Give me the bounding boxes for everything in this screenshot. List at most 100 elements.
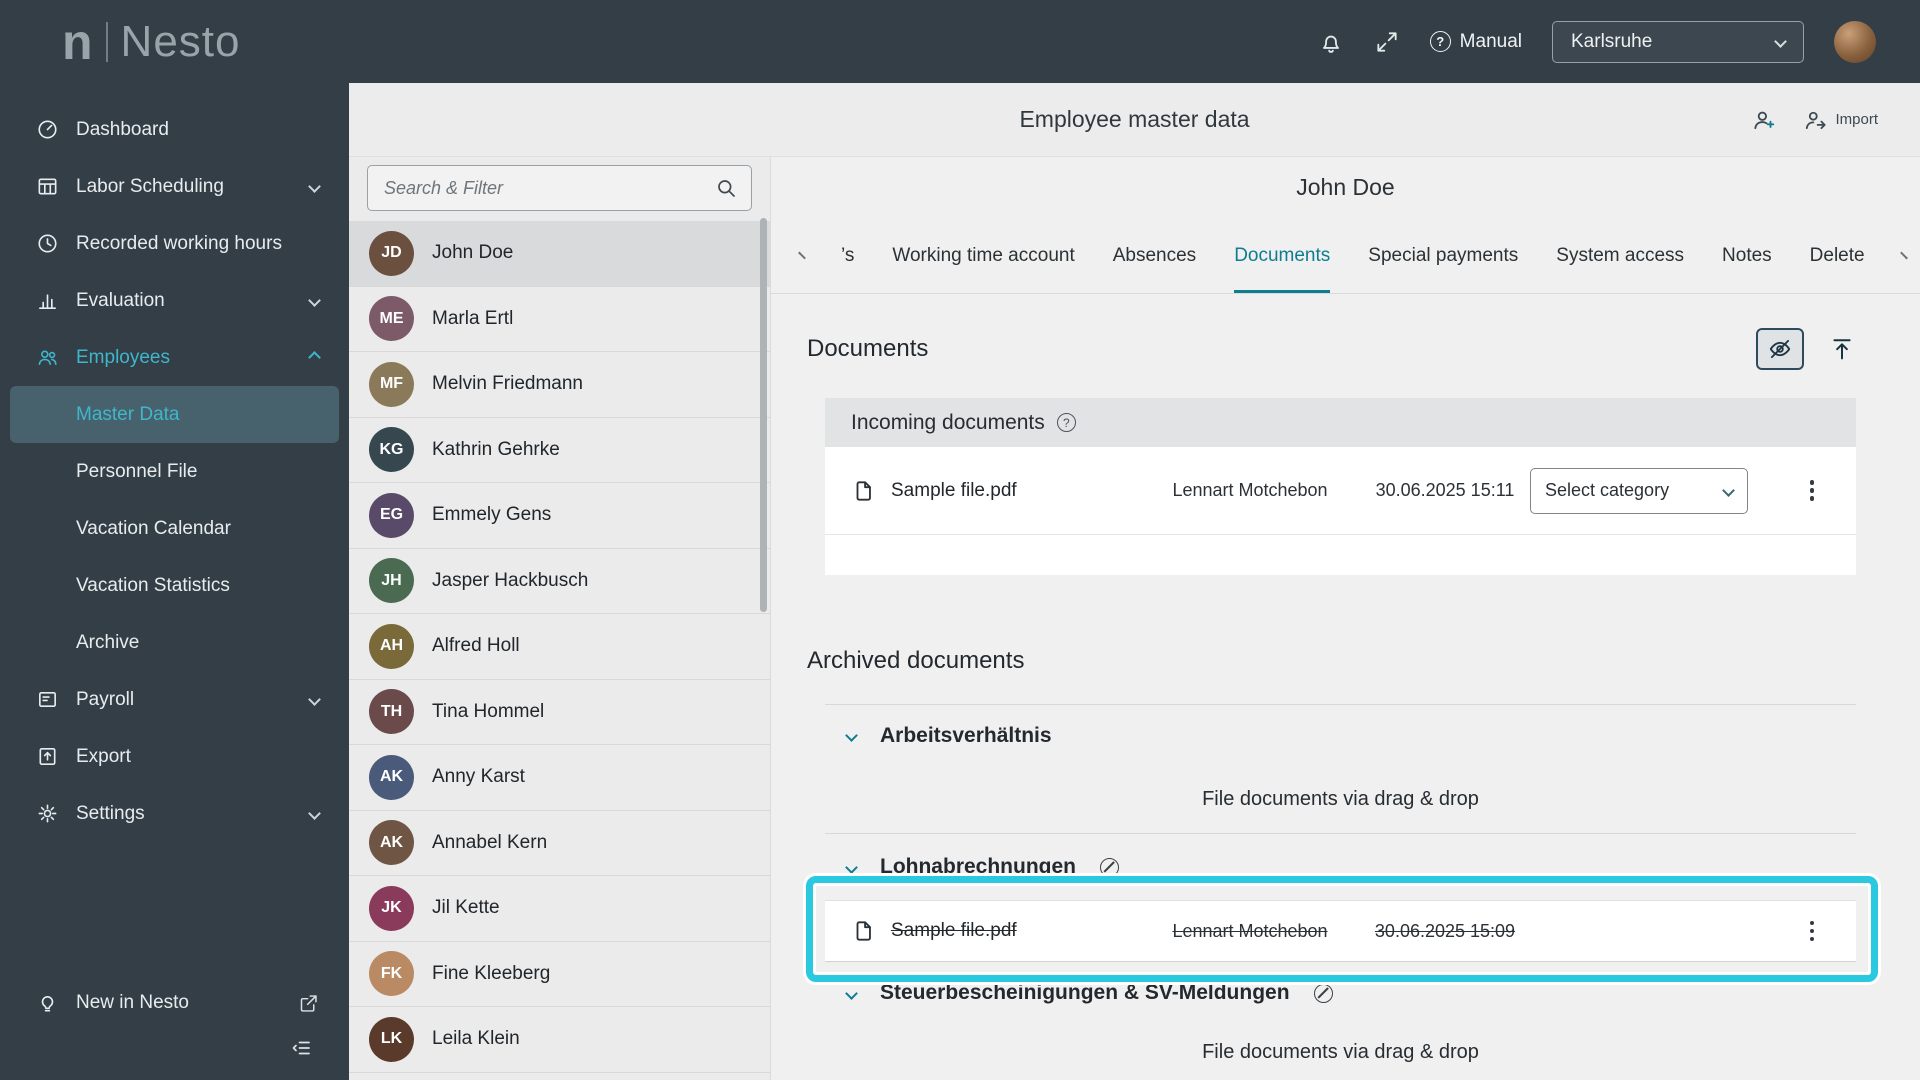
- sidebar-item-export[interactable]: Export: [0, 728, 349, 785]
- location-select[interactable]: Karlsruhe: [1552, 21, 1804, 63]
- employee-avatar: JH: [369, 558, 414, 603]
- employee-avatar: KG: [369, 427, 414, 472]
- chevron-up-icon: [308, 351, 321, 364]
- chevron-down-icon: [308, 693, 321, 706]
- dropzone-text: File documents via drag & drop: [1202, 788, 1479, 811]
- chevron-down-icon: [845, 987, 858, 1000]
- category-select[interactable]: Select category: [1530, 468, 1748, 514]
- sidebar-label: Evaluation: [76, 290, 165, 312]
- row-menu-button[interactable]: [1790, 480, 1834, 501]
- employee-list-item[interactable]: FK Fine Kleeberg: [349, 942, 770, 1008]
- sidebar-item-vacation-calendar[interactable]: Vacation Calendar: [0, 500, 349, 557]
- tab-documents[interactable]: Documents: [1234, 218, 1330, 293]
- sidebar-label: New in Nesto: [76, 992, 189, 1014]
- employee-list-item[interactable]: JK Jil Kette: [349, 876, 770, 942]
- sidebar-label: Recorded working hours: [76, 233, 282, 255]
- chevron-down-icon: [845, 729, 858, 742]
- manual-link[interactable]: ? Manual: [1430, 31, 1522, 53]
- sidebar-item-master-data[interactable]: Master Data: [10, 386, 339, 443]
- upload-document-button[interactable]: [1828, 335, 1856, 363]
- sidebar-item-new-in-nesto[interactable]: New in Nesto: [0, 978, 349, 1028]
- tab-working-time-account[interactable]: Working time account: [892, 218, 1074, 293]
- tab-special-payments[interactable]: Special payments: [1368, 218, 1518, 293]
- archived-document-groups: Arbeitsverhältnis File documents via dra…: [825, 704, 1856, 1080]
- tab-notes[interactable]: Notes: [1722, 218, 1772, 293]
- document-file-cell: Sample file.pdf: [851, 918, 1140, 944]
- sidebar-item-archive[interactable]: Archive: [0, 614, 349, 671]
- tab-delete[interactable]: Delete: [1810, 218, 1865, 293]
- sidebar-item-labor-scheduling[interactable]: Labor Scheduling: [0, 158, 349, 215]
- group-header-lohnabrechnungen[interactable]: Lohnabrechnungen: [825, 834, 1856, 900]
- sidebar: Dashboard Labor Scheduling Recorded work…: [0, 83, 349, 1080]
- import-button[interactable]: Import: [1803, 107, 1878, 133]
- employee-list-item[interactable]: LK Leila Klein: [349, 1007, 770, 1073]
- schedule-grid-icon: [36, 175, 59, 198]
- sidebar-item-settings[interactable]: Settings: [0, 785, 349, 842]
- tabs-scroll-right-icon[interactable]: [1900, 252, 1908, 260]
- tabs-scroll-left-icon[interactable]: [798, 252, 806, 260]
- group-header-steuerbescheinigungen[interactable]: Steuerbescheinigungen & SV-Meldungen: [825, 962, 1856, 1024]
- search-icon[interactable]: [714, 176, 738, 200]
- row-menu-button[interactable]: [1790, 921, 1834, 942]
- nesto-logo: n Nesto: [62, 17, 241, 67]
- employee-list-item[interactable]: EG Emmely Gens: [349, 483, 770, 549]
- notifications-bell-icon[interactable]: [1318, 29, 1344, 55]
- add-employee-button[interactable]: [1751, 107, 1777, 133]
- toggle-hidden-documents-button[interactable]: [1756, 328, 1804, 370]
- sidebar-item-payroll[interactable]: Payroll: [0, 671, 349, 728]
- help-icon[interactable]: ?: [1057, 413, 1076, 432]
- document-filename[interactable]: Sample file.pdf: [891, 920, 1017, 942]
- tabs-bar: ’s Working time account Absences Documen…: [771, 218, 1920, 294]
- document-date: 30.06.2025 15:09: [1360, 921, 1530, 942]
- page-header: Employee master data Import: [349, 83, 1920, 157]
- chevron-down-icon: [845, 861, 858, 874]
- employee-avatar: FK: [369, 951, 414, 996]
- employee-list-item[interactable]: AK Annabel Kern: [349, 811, 770, 877]
- clock-icon: [36, 232, 59, 255]
- documents-heading-row: Documents: [807, 322, 1856, 376]
- eye-off-icon: [1767, 336, 1793, 362]
- group-header-arbeitsverhaeltnis[interactable]: Arbeitsverhältnis: [825, 705, 1856, 766]
- employee-name: Leila Klein: [432, 1028, 520, 1050]
- chevron-down-icon: [308, 807, 321, 820]
- search-input[interactable]: [367, 165, 752, 211]
- dropzone-steuerbescheinigungen[interactable]: File documents via drag & drop: [825, 1024, 1856, 1080]
- employee-name: Anny Karst: [432, 766, 525, 788]
- tab-clipped[interactable]: ’s: [841, 218, 854, 293]
- sidebar-item-recorded-working-hours[interactable]: Recorded working hours: [0, 215, 349, 272]
- employee-list-item[interactable]: ME Marla Ertl: [349, 287, 770, 353]
- archived-document-row: Sample file.pdf Lennart Motchebon 30.06.…: [825, 900, 1856, 962]
- sidebar-item-personnel-file[interactable]: Personnel File: [0, 443, 349, 500]
- employee-avatar: TH: [369, 689, 414, 734]
- employee-list-item[interactable]: AK Anny Karst: [349, 745, 770, 811]
- employee-list-item[interactable]: MF Melvin Friedmann: [349, 352, 770, 418]
- sidebar-item-dashboard[interactable]: Dashboard: [0, 101, 349, 158]
- sidebar-item-employees[interactable]: Employees: [0, 329, 349, 386]
- fullscreen-icon[interactable]: [1374, 29, 1400, 55]
- employee-rows: JD John Doe ME Marla Ertl MF Melvin Frie…: [349, 221, 770, 1073]
- user-avatar[interactable]: [1834, 21, 1876, 63]
- employee-avatar: JK: [369, 886, 414, 931]
- tab-absences[interactable]: Absences: [1113, 218, 1196, 293]
- employee-list-item[interactable]: AH Alfred Holl: [349, 614, 770, 680]
- incoming-documents-header: Incoming documents ?: [825, 398, 1856, 447]
- employee-list-item[interactable]: KG Kathrin Gehrke: [349, 418, 770, 484]
- logo-wordmark: Nesto: [121, 17, 241, 67]
- employee-name: Annabel Kern: [432, 832, 547, 854]
- sidebar-item-evaluation[interactable]: Evaluation: [0, 272, 349, 329]
- document-filename[interactable]: Sample file.pdf: [891, 480, 1017, 502]
- collapse-sidebar-icon[interactable]: [289, 1036, 313, 1060]
- employee-list-item[interactable]: JD John Doe: [349, 221, 770, 287]
- group-label: Arbeitsverhältnis: [880, 724, 1052, 748]
- sidebar-item-vacation-statistics[interactable]: Vacation Statistics: [0, 557, 349, 614]
- document-category-cell: Select category: [1530, 468, 1790, 514]
- dropzone-arbeitsverhaeltnis[interactable]: File documents via drag & drop: [825, 766, 1856, 834]
- document-uploader: Lennart Motchebon: [1140, 480, 1360, 501]
- employee-list-scrollbar[interactable]: [760, 218, 767, 612]
- sidebar-label: Payroll: [76, 689, 134, 711]
- incoming-documents-panel: Incoming documents ? Sample file.pdf Len: [825, 398, 1856, 575]
- employee-list-item[interactable]: TH Tina Hommel: [349, 680, 770, 746]
- employee-list-item[interactable]: JH Jasper Hackbusch: [349, 549, 770, 615]
- help-icon: ?: [1430, 31, 1451, 52]
- tab-system-access[interactable]: System access: [1556, 218, 1684, 293]
